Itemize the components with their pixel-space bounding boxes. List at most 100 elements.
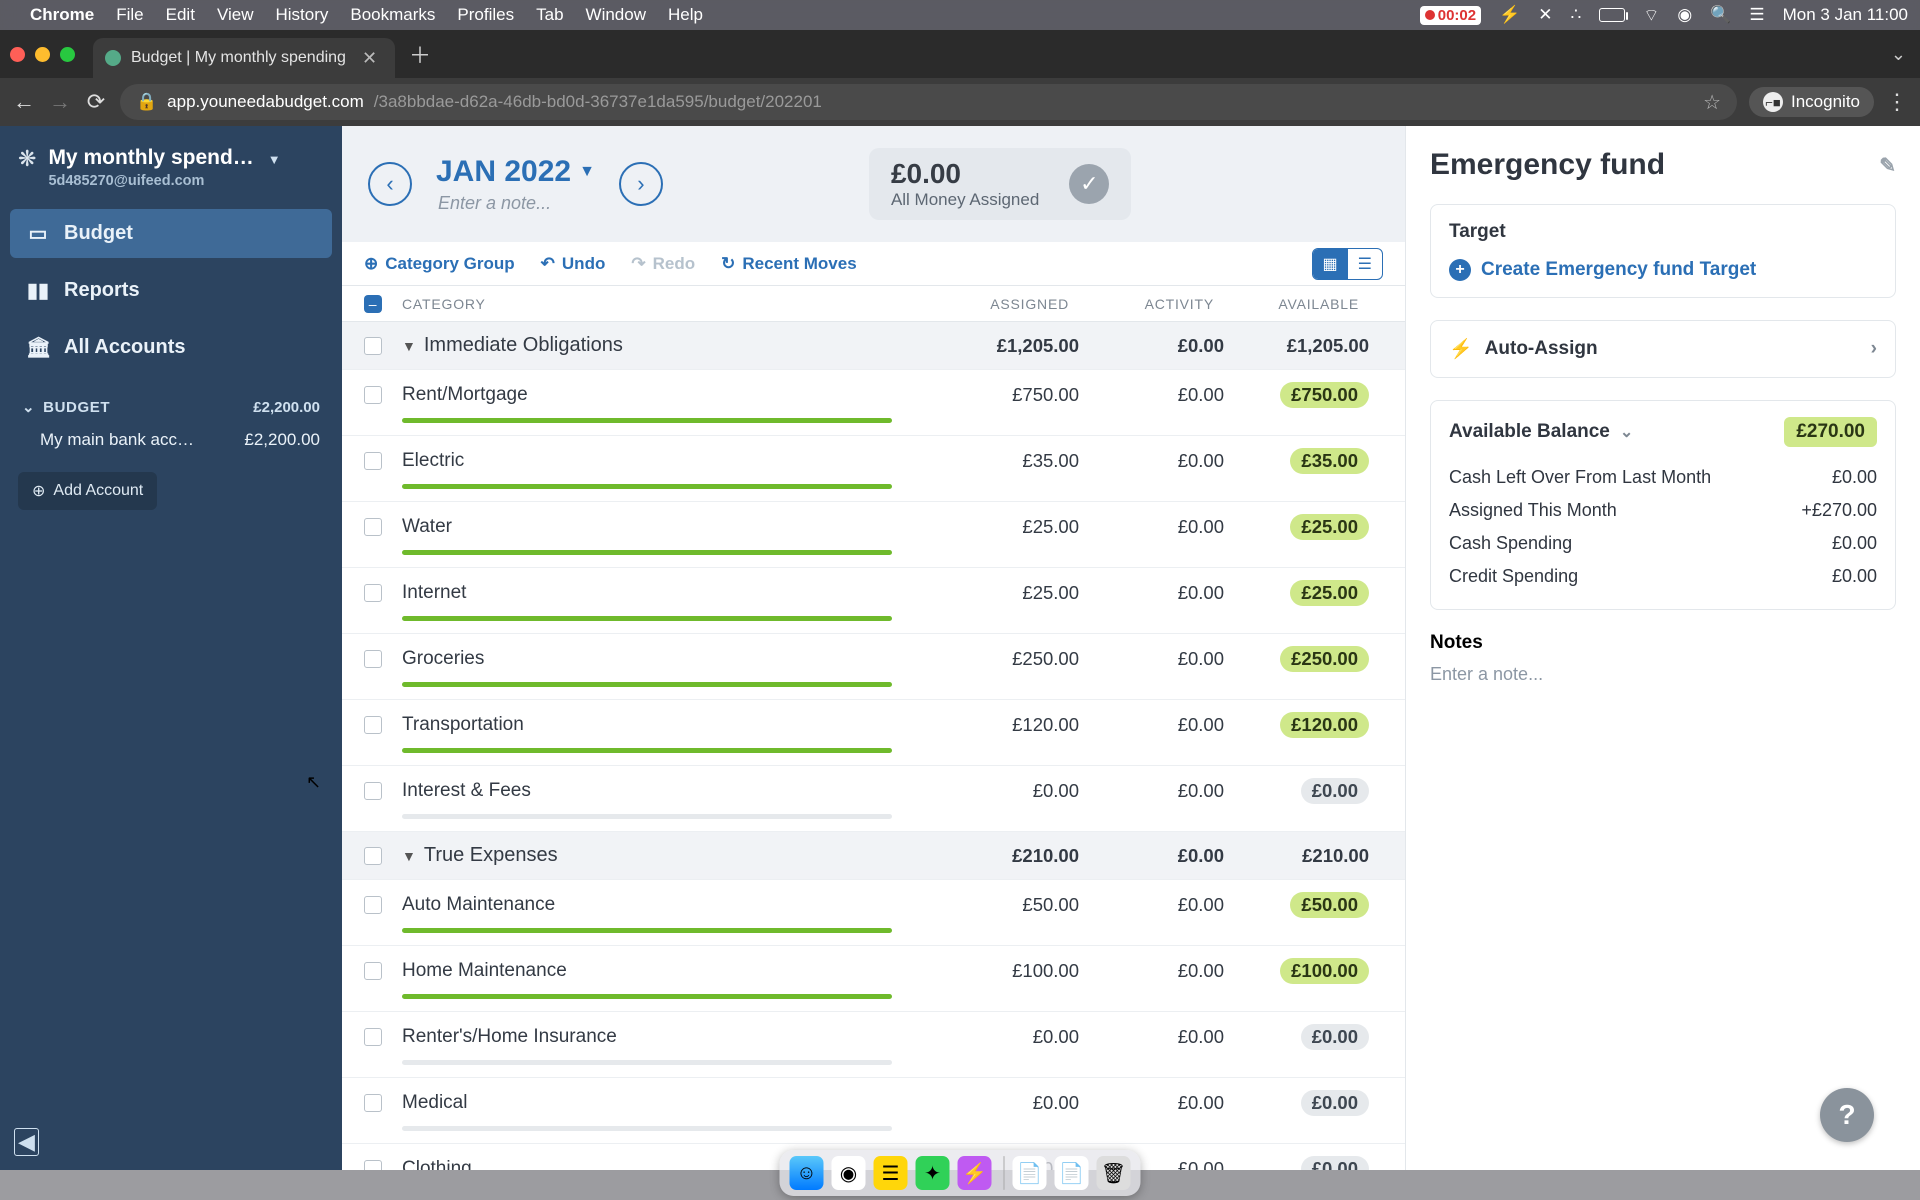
assigned-value[interactable]: £120.00 [934,714,1079,736]
chevron-down-icon[interactable]: ⌄ [1620,422,1633,442]
category-row[interactable]: Transportation £120.00 £0.00 £120.00 [342,700,1405,766]
chrome-menu-button[interactable]: ⋮ [1886,89,1908,115]
available-value[interactable]: £0.00 [1224,1024,1369,1050]
available-value[interactable]: £250.00 [1224,646,1369,672]
col-available[interactable]: AVAILABLE [1224,296,1369,312]
category-row[interactable]: Electric £35.00 £0.00 £35.00 [342,436,1405,502]
assigned-value[interactable]: £100.00 [934,960,1079,982]
row-checkbox[interactable] [364,1160,382,1170]
month-note-input[interactable]: Enter a note... [438,193,595,214]
workspace-switcher[interactable]: ❋ My monthly spend… 5d485270@uifeed.com … [10,140,332,205]
row-checkbox[interactable] [364,962,382,980]
dock-doc-1[interactable]: 📄 [1013,1156,1047,1190]
menu-app[interactable]: Chrome [30,5,94,25]
dock-trash[interactable]: 🗑 [1097,1156,1131,1190]
row-checkbox[interactable] [364,584,382,602]
menu-profiles[interactable]: Profiles [457,5,514,25]
new-tab-button[interactable]: ＋ [409,38,431,70]
close-window-button[interactable] [10,47,25,62]
dock-app-1[interactable]: ✦ [916,1156,950,1190]
back-button[interactable]: ← [12,89,36,115]
menu-view[interactable]: View [217,5,254,25]
available-value[interactable]: £100.00 [1224,958,1369,984]
reload-button[interactable]: ⟳ [84,89,108,115]
menu-edit[interactable]: Edit [166,5,195,25]
nav-reports[interactable]: ▮▮ Reports [10,266,332,315]
available-value[interactable]: £0.00 [1224,1090,1369,1116]
available-value[interactable]: £0.00 [1224,1156,1369,1170]
group-checkbox[interactable] [364,337,382,355]
menu-help[interactable]: Help [668,5,703,25]
minimize-window-button[interactable] [35,47,50,62]
available-value[interactable]: £0.00 [1224,778,1369,804]
status-icon-2[interactable]: ✕ [1538,5,1552,25]
address-bar[interactable]: 🔒 app.youneedabudget.com/3a8bbdae-d62a-4… [120,84,1737,120]
dock-finder[interactable]: ☺ [790,1156,824,1190]
budget-section-header[interactable]: ⌄BUDGET £2,200.00 [16,392,326,422]
bookmark-star-icon[interactable]: ☆ [1703,90,1721,115]
account-row[interactable]: My main bank acc… £2,200.00 [16,422,326,458]
redo-button[interactable]: ↷Redo [631,254,695,274]
available-value[interactable]: £750.00 [1224,382,1369,408]
category-group-row[interactable]: ▼ Immediate Obligations £1,205.00 £0.00 … [342,322,1405,370]
help-button[interactable]: ? [1820,1088,1874,1142]
assigned-value[interactable]: £250.00 [934,648,1079,670]
category-row[interactable]: Groceries £250.00 £0.00 £250.00 [342,634,1405,700]
category-row[interactable]: Internet £25.00 £0.00 £25.00 [342,568,1405,634]
menubar-clock[interactable]: Mon 3 Jan 11:00 [1783,5,1908,25]
assigned-value[interactable]: £0.00 [934,1092,1079,1114]
add-category-group-button[interactable]: ⊕Category Group [364,254,515,274]
category-row[interactable]: Renter's/Home Insurance £0.00 £0.00 £0.0… [342,1012,1405,1078]
fullscreen-window-button[interactable] [60,47,75,62]
category-row[interactable]: Medical £0.00 £0.00 £0.00 [342,1078,1405,1144]
assigned-value[interactable]: £0.00 [934,780,1079,802]
category-row[interactable]: Auto Maintenance £50.00 £0.00 £50.00 [342,880,1405,946]
tabs-overflow-icon[interactable]: ⌄ [1891,44,1906,65]
next-month-button[interactable]: › [619,162,663,206]
status-icon-1[interactable]: ⚡ [1499,5,1520,25]
prev-month-button[interactable]: ‹ [368,162,412,206]
dock-app-2[interactable]: ⚡ [958,1156,992,1190]
row-checkbox[interactable] [364,452,382,470]
assigned-value[interactable]: £750.00 [934,384,1079,406]
available-value[interactable]: £25.00 [1224,514,1369,540]
category-row[interactable]: Rent/Mortgage £750.00 £0.00 £750.00 [342,370,1405,436]
menu-file[interactable]: File [116,5,143,25]
group-checkbox[interactable] [364,847,382,865]
col-activity[interactable]: ACTIVITY [1079,296,1224,312]
assigned-value[interactable]: £25.00 [934,582,1079,604]
status-icon-3[interactable]: ∴ [1571,5,1582,25]
col-assigned[interactable]: ASSIGNED [934,296,1079,312]
auto-assign-card[interactable]: ⚡ Auto-Assign › [1430,320,1896,378]
available-value[interactable]: £25.00 [1224,580,1369,606]
category-row[interactable]: Interest & Fees £0.00 £0.00 £0.00 [342,766,1405,832]
screen-record-indicator[interactable]: 00:02 [1420,6,1481,25]
row-checkbox[interactable] [364,782,382,800]
battery-icon[interactable] [1599,8,1625,22]
view-toggle[interactable]: ▦ ☰ [1312,248,1383,280]
menu-bookmarks[interactable]: Bookmarks [350,5,435,25]
edit-icon[interactable]: ✎ [1879,153,1896,178]
undo-button[interactable]: ↶Undo [541,254,606,274]
spotlight-icon[interactable]: 🔍 [1710,5,1731,25]
row-checkbox[interactable] [364,716,382,734]
create-target-link[interactable]: + Create Emergency fund Target [1449,259,1877,281]
browser-tab[interactable]: Budget | My monthly spending ✕ [93,38,395,78]
row-checkbox[interactable] [364,518,382,536]
row-checkbox[interactable] [364,1094,382,1112]
category-group-row[interactable]: ▼ True Expenses £210.00 £0.00 £210.00 [342,832,1405,880]
budget-rows[interactable]: ▼ Immediate Obligations £1,205.00 £0.00 … [342,322,1405,1170]
menu-window[interactable]: Window [586,5,646,25]
category-row[interactable]: Home Maintenance £100.00 £0.00 £100.00 [342,946,1405,1012]
control-center-icon[interactable]: ☰ [1749,5,1764,25]
row-checkbox[interactable] [364,1028,382,1046]
menu-tab[interactable]: Tab [536,5,563,25]
user-icon[interactable]: ◉ [1677,5,1692,25]
to-be-assigned-box[interactable]: £0.00 All Money Assigned ✓ [869,148,1131,220]
nav-all-accounts[interactable]: 🏛 All Accounts [10,323,332,372]
assigned-value[interactable]: £0.00 [934,1026,1079,1048]
dock-doc-2[interactable]: 📄 [1055,1156,1089,1190]
nav-budget[interactable]: ▭ Budget [10,209,332,258]
wifi-icon[interactable]: ⌔ [1643,5,1659,26]
add-account-button[interactable]: ⊕ Add Account [18,472,157,510]
